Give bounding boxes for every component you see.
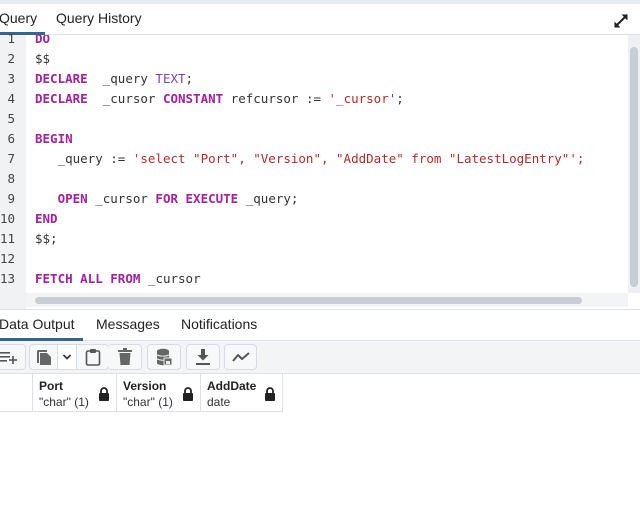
code-line[interactable]: DO: [35, 35, 50, 49]
line-number: 10: [0, 211, 16, 226]
line-number-gutter: 1 2 3 4 5 6 7 8 9 10 11 12 13: [0, 31, 26, 309]
lock-icon: [98, 387, 110, 401]
tab-data-output[interactable]: Data Output: [0, 310, 82, 341]
database-save-icon: [156, 348, 172, 366]
output-tab-bar: Data Output Messages Notifications: [0, 310, 640, 341]
sql-keyword: DECLARE: [35, 91, 88, 106]
sql-keyword: CONSTANT: [162, 91, 224, 106]
sql-keyword: EXECUTE: [185, 191, 239, 206]
sql-keyword: ALL: [80, 271, 103, 286]
sql-text: ;: [185, 71, 194, 86]
code-line[interactable]: $$: [35, 49, 50, 69]
sql-text: _query;: [238, 191, 299, 206]
lock-icon: [182, 387, 194, 401]
sql-keyword: DECLARE: [35, 71, 88, 86]
vertical-scrollbar[interactable]: [628, 35, 640, 293]
column-header-port[interactable]: Port "char" (1): [33, 374, 117, 412]
sql-text: refcursor :=: [223, 91, 329, 106]
add-row-icon: [0, 350, 21, 364]
copy-icon: [36, 348, 52, 366]
sql-keyword: FETCH: [35, 271, 73, 286]
chevron-down-icon: [62, 353, 72, 361]
code-line[interactable]: OPEN _cursor FOR EXECUTE _query;: [35, 189, 299, 209]
expand-arrows-icon[interactable]: [612, 12, 630, 30]
code-line[interactable]: FETCH ALL FROM _cursor: [35, 269, 201, 289]
column-header-adddate[interactable]: AddDate date: [201, 374, 283, 412]
sql-editor[interactable]: 1 2 3 4 5 6 7 8 9 10 11 12 13 DO $$ DECLARE _query TEX…: [0, 31, 640, 309]
sql-text: _query: [87, 71, 156, 86]
sql-text: ;: [396, 91, 404, 106]
line-number: 3: [7, 71, 15, 86]
lock-icon: [264, 387, 276, 401]
line-chart-icon: [231, 351, 250, 363]
sql-text: _cursor: [140, 271, 201, 286]
sql-text: _cursor: [87, 191, 156, 206]
add-row-button[interactable]: [0, 344, 26, 370]
sql-text: _cursor: [87, 91, 163, 106]
sql-keyword: OPEN: [57, 191, 88, 206]
line-number: 13: [0, 271, 16, 286]
code-line[interactable]: _query := 'select "Port", "Version", "Ad…: [35, 149, 585, 169]
line-number: 11: [0, 231, 16, 246]
line-number: 8: [7, 171, 15, 186]
line-number: 9: [7, 191, 15, 206]
sql-keyword: FOR: [155, 191, 178, 206]
sql-keyword: BEGIN: [35, 131, 73, 146]
line-number: 4: [7, 91, 15, 106]
sql-string: 'select "Port", "Version", "AddDate" fro…: [132, 151, 585, 166]
tab-messages[interactable]: Messages: [96, 310, 160, 339]
code-area[interactable]: DO $$ DECLARE _query TEXT; DECLARE _cursor …: [35, 35, 628, 295]
vertical-scrollbar-thumb[interactable]: [630, 47, 638, 287]
line-number: 7: [7, 151, 15, 166]
sql-text: $$: [35, 51, 51, 66]
sql-keyword: END: [35, 211, 58, 226]
line-number: 12: [0, 251, 16, 266]
code-line[interactable]: DECLARE _cursor CONSTANT refcursor := '_…: [35, 89, 404, 109]
line-number: 2: [7, 51, 15, 66]
horizontal-scrollbar-thumb[interactable]: [35, 297, 582, 304]
sql-keyword: DO: [35, 35, 51, 46]
sql-text: $$;: [35, 231, 58, 246]
tab-query-history[interactable]: Query History: [56, 4, 142, 33]
paste-button[interactable]: [76, 344, 109, 370]
column-header-version[interactable]: Version "char" (1): [117, 374, 201, 412]
horizontal-scrollbar[interactable]: [26, 293, 628, 307]
copy-button[interactable]: [29, 344, 58, 370]
code-line[interactable]: END: [35, 209, 58, 229]
clipboard-icon: [85, 348, 101, 366]
sql-type: TEXT: [155, 71, 186, 86]
download-icon: [196, 348, 210, 366]
sql-string: '_cursor': [328, 91, 397, 106]
query-tab-bar: Query Query History: [0, 4, 640, 35]
row-number-header[interactable]: [0, 374, 33, 412]
sql-keyword: FROM: [110, 271, 141, 286]
line-number: 1: [7, 31, 15, 46]
data-output-toolbar: [0, 341, 640, 374]
copy-options-dropdown[interactable]: [57, 344, 77, 370]
save-data-button[interactable]: [147, 344, 181, 370]
tab-notifications[interactable]: Notifications: [181, 310, 257, 339]
line-number: 5: [7, 111, 15, 126]
graph-visualiser-button[interactable]: [224, 344, 257, 370]
code-line[interactable]: $$;: [35, 229, 58, 249]
trash-icon: [117, 348, 132, 366]
download-button[interactable]: [186, 344, 220, 370]
line-number: 6: [7, 131, 15, 146]
code-line[interactable]: BEGIN: [35, 129, 73, 149]
sql-text: _query :=: [35, 151, 133, 166]
delete-button[interactable]: [108, 344, 142, 370]
code-line[interactable]: DECLARE _query TEXT;: [35, 69, 193, 89]
